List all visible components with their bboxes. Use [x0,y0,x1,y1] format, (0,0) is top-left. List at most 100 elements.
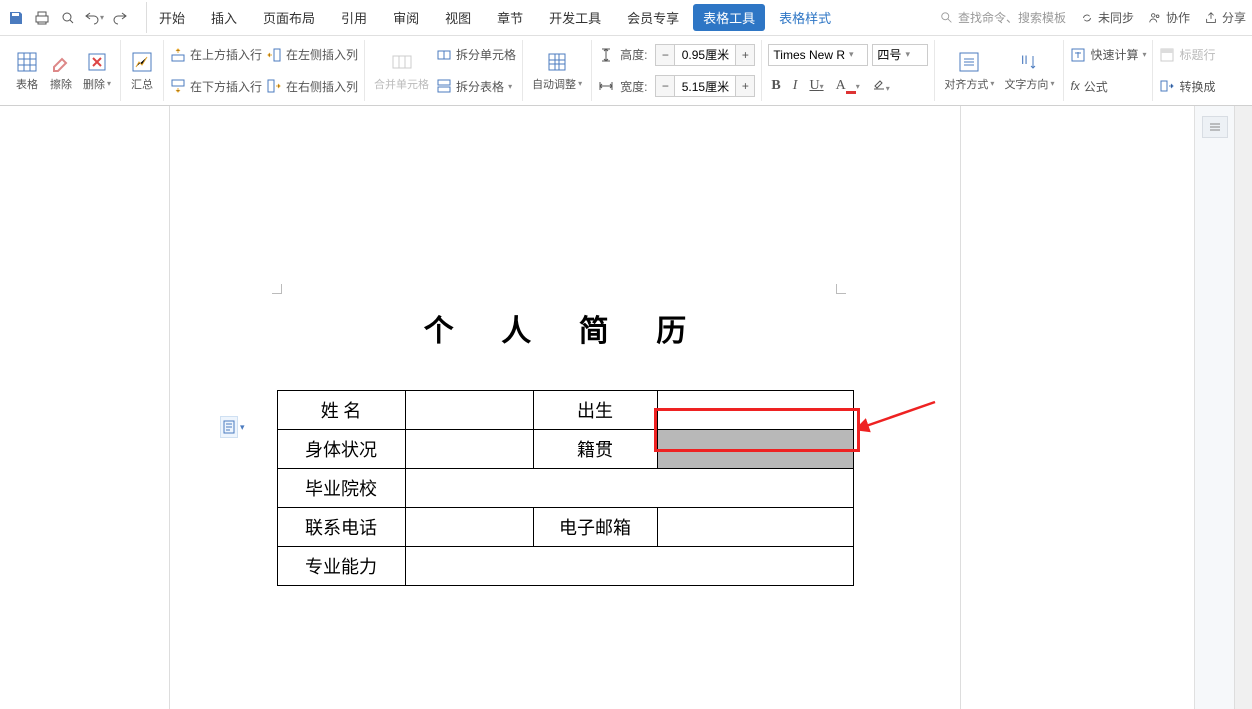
cell-school-value[interactable] [405,469,853,508]
insert-col-right[interactable]: 在右侧插入列 [266,78,358,95]
autofit-button[interactable]: 自动调整▾ [529,50,585,92]
increment-button[interactable]: + [736,45,754,65]
underline-button[interactable]: U▾ [806,76,826,96]
summary-button[interactable]: 汇总 [127,50,157,92]
insert-row-below[interactable]: 在下方插入行 [170,78,262,95]
insert-row-above[interactable]: 在上方插入行 [170,46,262,63]
cell-skill-value[interactable] [405,547,853,586]
menubar-right: 查找命令、搜索模板 未同步 协作 分享 [940,9,1246,26]
resume-table[interactable]: 姓 名 出生 身体状况 籍贯 毕业院校 联系电话 [277,390,854,586]
summary-icon [130,50,154,74]
decrement-button[interactable]: − [656,76,674,96]
tab-table-tools[interactable]: 表格工具 [693,4,765,31]
margin-corner-tl [272,284,282,294]
margin-corner-tr [836,284,846,294]
split-cells[interactable]: 拆分单元格 [436,46,516,63]
height-spinner[interactable]: − + [655,44,755,66]
tab-layout[interactable]: 页面布局 [251,2,327,33]
cell-birth-label[interactable]: 出生 [533,391,657,430]
cell-school-label[interactable]: 毕业院校 [277,469,405,508]
tab-insert[interactable]: 插入 [199,2,249,33]
cell-health-value[interactable] [405,430,533,469]
unsync-button[interactable]: 未同步 [1080,9,1134,26]
tab-table-style[interactable]: 表格样式 [767,2,843,33]
formula[interactable]: fx公式 [1070,78,1146,95]
undo-icon[interactable]: ▾ [84,8,104,28]
cell-phone-label[interactable]: 联系电话 [277,508,405,547]
group-autofit: 自动调整▾ [523,40,592,101]
cell-name-value[interactable] [405,391,533,430]
tab-view[interactable]: 视图 [433,2,483,33]
right-rail [1194,106,1234,709]
group-merge: 合并单元格 拆分单元格 拆分表格▾ [365,40,523,101]
increment-button[interactable]: + [736,76,754,96]
show-gridlines-button[interactable]: 表格 [12,50,42,92]
print-icon[interactable] [32,8,52,28]
title-row: 标题行 [1159,46,1215,63]
document-title[interactable]: 个 人 简 历 [170,106,960,380]
search-box[interactable]: 查找命令、搜索模板 [940,9,1066,26]
table-row[interactable]: 联系电话 电子邮箱 [277,508,853,547]
cell-phone-value[interactable] [405,508,533,547]
cell-health-label[interactable]: 身体状况 [277,430,405,469]
table-row[interactable]: 专业能力 [277,547,853,586]
italic-button[interactable]: I [790,76,801,96]
tab-section[interactable]: 章节 [485,2,535,33]
share-button[interactable]: 分享 [1204,9,1246,26]
quick-calc[interactable]: 快速计算▾ [1070,46,1146,63]
redo-icon[interactable] [110,8,130,28]
tab-developer[interactable]: 开发工具 [537,2,613,33]
text-direction-button[interactable]: II 文字方向▾ [1001,50,1057,92]
tab-review[interactable]: 审阅 [381,2,431,33]
erase-button[interactable]: 擦除 [46,50,76,92]
height-input[interactable] [674,45,736,65]
cell-birth-value[interactable] [657,391,853,430]
preview-icon[interactable] [58,8,78,28]
scrollbar[interactable] [1234,106,1252,709]
cell-skill-label[interactable]: 专业能力 [277,547,405,586]
tab-member[interactable]: 会员专享 [615,2,691,33]
tab-reference[interactable]: 引用 [329,2,379,33]
svg-text:II: II [1021,53,1028,67]
group-align: 对齐方式▾ II 文字方向▾ [935,40,1064,101]
cell-origin-label[interactable]: 籍贯 [533,430,657,469]
font-size-combo[interactable]: 四号▾ [872,44,928,66]
rail-toggle-button[interactable] [1202,116,1228,138]
table-row[interactable]: 毕业院校 [277,469,853,508]
group-formula: 快速计算▾ fx公式 [1064,40,1153,101]
insert-col-left[interactable]: 在左侧插入列 [266,46,358,63]
tab-start[interactable]: 开始 [146,2,197,33]
cell-name-label[interactable]: 姓 名 [277,391,405,430]
bold-button[interactable]: B [768,76,783,96]
menubar: ▾ 开始 插入 页面布局 引用 审阅 视图 章节 开发工具 会员专享 表格工具 … [0,0,1252,36]
font-name-combo[interactable]: Times New R▾ [768,44,868,66]
group-summary: 汇总 [121,40,164,101]
group-size: 高度: − + 宽度: − + [592,40,762,101]
font-color-button[interactable]: A▾ [833,76,863,96]
menu-icon [1208,122,1222,132]
cell-email-value[interactable] [657,508,853,547]
grid-icon [15,50,39,74]
document-scroll[interactable]: 个 人 简 历 姓 名 出生 身体状况 籍贯 毕业院校 [0,106,1194,709]
save-icon[interactable] [6,8,26,28]
split-table[interactable]: 拆分表格▾ [436,78,516,95]
group-titlerow: 标题行 转换成 [1153,40,1221,101]
delete-button[interactable]: 删除▾ [80,50,114,92]
cell-origin-value-selected[interactable] [657,430,853,469]
ribbon-tabs: 开始 插入 页面布局 引用 审阅 视图 章节 开发工具 会员专享 表格工具 表格… [142,2,843,33]
merge-cells-button: 合并单元格 [371,50,432,92]
text-direction-icon: II [1017,50,1041,74]
convert[interactable]: 转换成 [1159,78,1215,95]
highlight-button[interactable]: ▾ [869,75,893,98]
table-row[interactable]: 身体状况 籍贯 [277,430,853,469]
align-button[interactable]: 对齐方式▾ [941,50,997,92]
width-spinner[interactable]: − + [655,75,755,97]
width-input[interactable] [674,76,736,96]
search-placeholder: 查找命令、搜索模板 [958,9,1066,26]
col-width: 宽度: − + [598,75,755,97]
table-row[interactable]: 姓 名 出生 [277,391,853,430]
cell-email-label[interactable]: 电子邮箱 [533,508,657,547]
collab-button[interactable]: 协作 [1148,9,1190,26]
paragraph-options-button[interactable]: ▾ [220,416,245,438]
decrement-button[interactable]: − [656,45,674,65]
